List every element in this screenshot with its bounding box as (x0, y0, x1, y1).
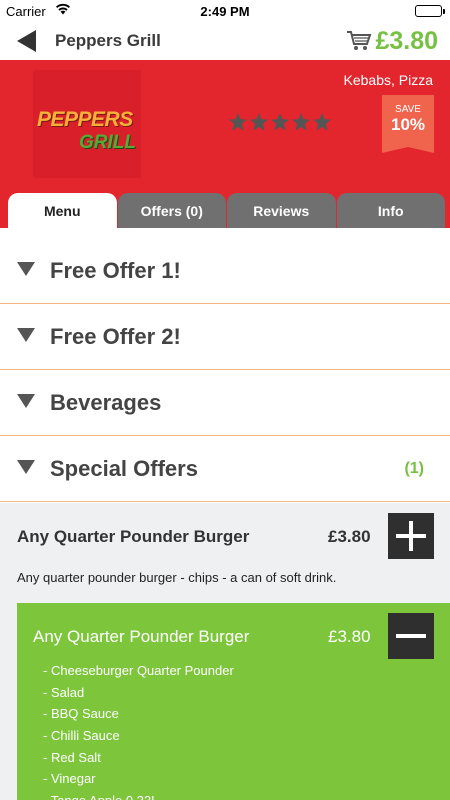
page-title: Peppers Grill (55, 31, 161, 50)
restaurant-logo: PEPPERS GRILL (33, 70, 141, 178)
menu-item: Any Quarter Pounder Burger £3.80 Any qua… (0, 503, 450, 800)
save-badge-label: SAVE (395, 104, 421, 115)
back-arrow-icon (17, 30, 36, 52)
category-label: Free Offer 1! (50, 258, 181, 283)
item-price: £3.80 (328, 527, 371, 546)
category-count: (1) (404, 460, 424, 477)
option-item: - Salad (43, 684, 85, 700)
tab-info[interactable]: Info (336, 193, 445, 228)
cart-button[interactable]: £3.80 (346, 24, 438, 58)
expand-triangle-icon (17, 262, 35, 276)
item-description: Any quarter pounder burger - chips - a c… (17, 570, 337, 585)
tab-offers[interactable]: Offers (0) (117, 193, 226, 228)
save-badge-value: 10% (390, 115, 426, 134)
option-item: - Tango Apple 0.33L (43, 790, 234, 800)
selected-item-card: Any Quarter Pounder Burger £3.80 - Chees… (17, 603, 450, 800)
save-badge: SAVE 10% (382, 95, 434, 153)
category-label: Free Offer 2! (50, 324, 181, 349)
star-icon (313, 113, 331, 131)
star-icon (292, 113, 310, 131)
logo-text-top: PEPPERS (37, 108, 133, 131)
option-item: - Vinegar (43, 771, 96, 787)
cuisine-label: Kebabs, Pizza (343, 72, 434, 88)
option-item: - Chilli Sauce (43, 728, 120, 744)
cart-total: £3.80 (375, 26, 438, 55)
star-icon (229, 113, 247, 131)
menu-category-list: Free Offer 1! Free Offer 2! Beverages Sp… (0, 238, 450, 502)
category-beverages[interactable]: Beverages (0, 370, 450, 436)
selected-item-name: Any Quarter Pounder Burger (33, 627, 250, 646)
expand-triangle-icon (17, 460, 35, 474)
cart-icon (346, 30, 372, 52)
selected-item-price: £3.80 (328, 627, 371, 646)
star-icon (271, 113, 289, 131)
category-label: Special Offers (50, 456, 198, 481)
option-item: - BBQ Sauce (43, 706, 119, 722)
category-free-offer-2[interactable]: Free Offer 2! (0, 304, 450, 370)
category-label: Beverages (50, 390, 162, 415)
item-name: Any Quarter Pounder Burger (17, 527, 250, 546)
category-free-offer-1[interactable]: Free Offer 1! (0, 238, 450, 304)
expand-triangle-icon (17, 328, 35, 342)
tab-bar: Menu Offers (0) Reviews Info (8, 193, 445, 228)
rating-stars (228, 112, 333, 132)
battery-icon (415, 5, 442, 17)
category-special-offers[interactable]: Special Offers (1) (0, 436, 450, 502)
nav-bar: Peppers Grill £3.80 (0, 22, 450, 60)
tab-menu[interactable]: Menu (8, 193, 117, 228)
selected-options-list: - Cheeseburger Quarter Pounder - Salad -… (43, 660, 234, 800)
expand-triangle-icon (17, 394, 35, 408)
star-icon (250, 113, 268, 131)
back-button[interactable] (14, 28, 40, 54)
clock: 2:49 PM (200, 4, 250, 19)
tab-reviews[interactable]: Reviews (227, 193, 336, 228)
option-item: - Red Salt (43, 749, 101, 765)
restaurant-header: PEPPERS GRILL Kebabs, Pizza SAVE 10% Men… (0, 60, 450, 228)
remove-item-button[interactable] (388, 613, 434, 659)
logo-text-bottom: GRILL (79, 132, 136, 153)
add-item-button[interactable] (388, 513, 434, 559)
option-item: - Cheeseburger Quarter Pounder (43, 663, 234, 678)
battery-tip (443, 9, 445, 14)
status-bar: Carrier 2:49 PM (0, 0, 450, 22)
